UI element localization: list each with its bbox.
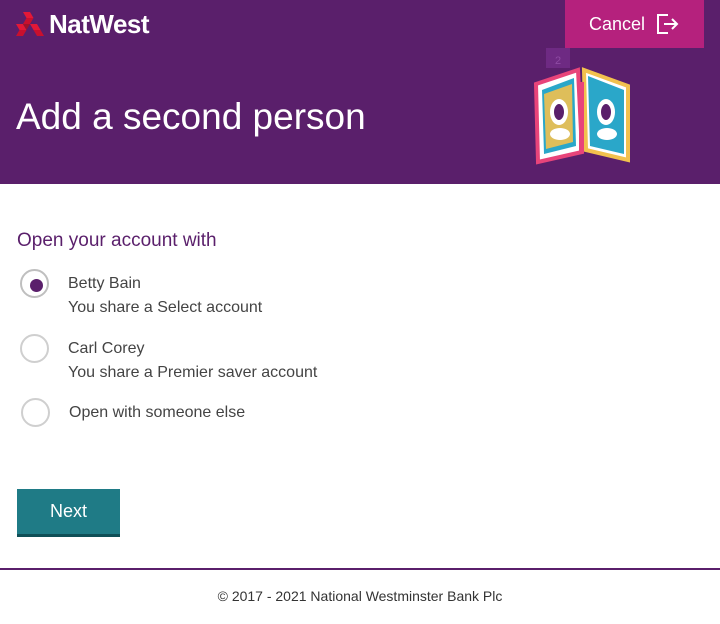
option-label: Betty Bain	[68, 275, 141, 292]
cancel-label: Cancel	[589, 13, 646, 34]
radio-dot	[30, 279, 43, 292]
header-banner: NatWest Cancel 2 Add a second person	[0, 0, 720, 184]
radio-button[interactable]	[21, 398, 50, 427]
cancel-button[interactable]: Cancel	[565, 0, 704, 48]
radio-button[interactable]	[20, 334, 49, 363]
brand-name: NatWest	[49, 9, 150, 39]
next-button[interactable]: Next	[17, 489, 120, 537]
question-label: Open your account with	[17, 230, 217, 251]
exit-icon	[657, 14, 679, 34]
option-description: You share a Select account	[68, 299, 263, 316]
option-carl-corey[interactable]: Carl Corey You share a Premier saver acc…	[20, 334, 330, 386]
copyright-text: © 2017 - 2021 National Westminster Bank …	[217, 588, 503, 604]
option-label: Open with someone else	[69, 404, 246, 421]
option-someone-else[interactable]: Open with someone else	[20, 398, 260, 430]
people-doors-icon	[533, 67, 630, 165]
natwest-cubes-icon	[16, 12, 44, 36]
natwest-logo[interactable]: NatWest	[16, 9, 150, 39]
option-label: Carl Corey	[68, 340, 145, 357]
option-description: You share a Premier saver account	[68, 364, 318, 381]
footer-divider	[0, 568, 720, 570]
option-betty-bain[interactable]: Betty Bain You share a Select account	[20, 269, 320, 321]
page-title: Add a second person	[16, 96, 366, 137]
radio-button-selected[interactable]	[20, 269, 49, 298]
